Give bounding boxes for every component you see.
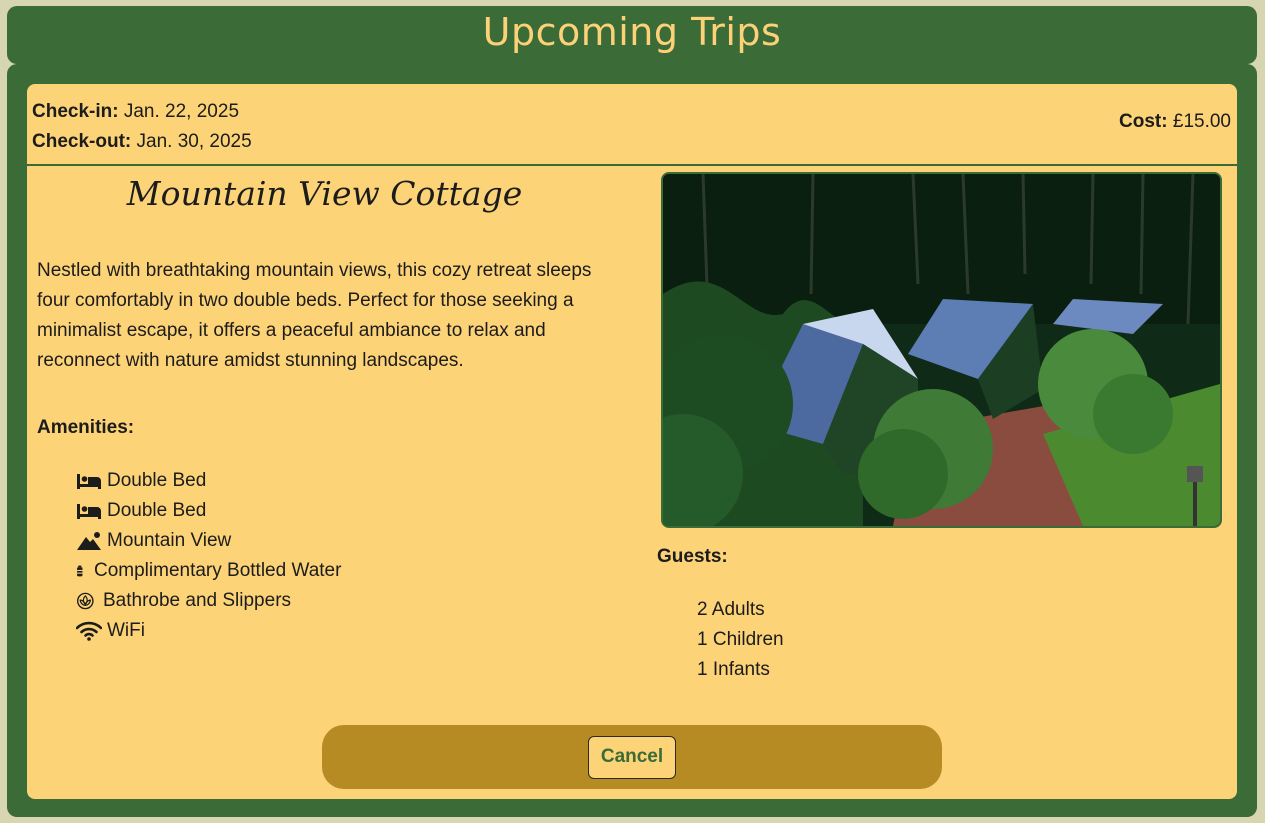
trip-cost: Cost: £15.00 [1119,111,1231,133]
trip-dates: Check-in: Jan. 22, 2025 Check-out: Jan. … [32,97,252,157]
amenities-heading: Amenities: [37,417,135,438]
page-title: Upcoming Trips [482,10,782,54]
bed-icon [77,474,101,489]
guests-list: 2 Adults 1 Children 1 Infants [697,595,784,685]
guest-item: 1 Infants [697,659,770,680]
bottle-water-icon [77,565,83,577]
checkin-value: Jan. 22, 2025 [123,101,240,122]
amenity-item: Bathrobe and Slippers [76,586,341,616]
property-name: Mountain View Cottage [126,174,523,213]
amenity-item: WiFi [76,616,341,646]
checkout-value: Jan. 30, 2025 [136,131,252,152]
guests-heading: Guests: [657,546,728,567]
property-photo [661,172,1222,528]
amenity-label: Double Bed [107,470,207,491]
mountain-sun-icon [77,532,101,550]
amenity-item: Mountain View [76,526,341,556]
amenity-item: Double Bed [76,496,341,526]
cost-value: £15.00 [1172,111,1231,132]
amenity-label: Mountain View [107,530,232,551]
amenity-label: WiFi [107,620,145,641]
wifi-icon [76,621,102,641]
checkout-label: Check-out: [32,131,132,152]
amenity-item: Complimentary Bottled Water [76,556,341,586]
guest-item: 2 Adults [697,599,765,620]
spa-icon [77,592,94,610]
amenity-label: Bathrobe and Slippers [103,590,292,611]
page-header: Upcoming Trips [7,6,1257,64]
amenity-item: Double Bed [76,466,341,496]
actions-bar: Cancel [322,725,942,789]
amenity-label: Complimentary Bottled Water [94,560,342,581]
property-description: Nestled with breathtaking mountain views… [37,260,592,371]
guest-item: 1 Children [697,629,784,650]
cancel-button[interactable]: Cancel [588,735,676,779]
amenity-label: Double Bed [107,500,207,521]
trip-card: Check-in: Jan. 22, 2025 Check-out: Jan. … [27,84,1237,799]
checkin-label: Check-in: [32,101,119,122]
trip-card-header: Check-in: Jan. 22, 2025 Check-out: Jan. … [27,84,1237,166]
bed-icon [77,504,101,519]
checkout-row: Check-out: Jan. 30, 2025 [32,127,252,157]
checkin-row: Check-in: Jan. 22, 2025 [32,97,252,127]
amenities-list: Double Bed Double Bed Mountain View Comp… [76,466,341,646]
cost-label: Cost: [1119,111,1168,132]
